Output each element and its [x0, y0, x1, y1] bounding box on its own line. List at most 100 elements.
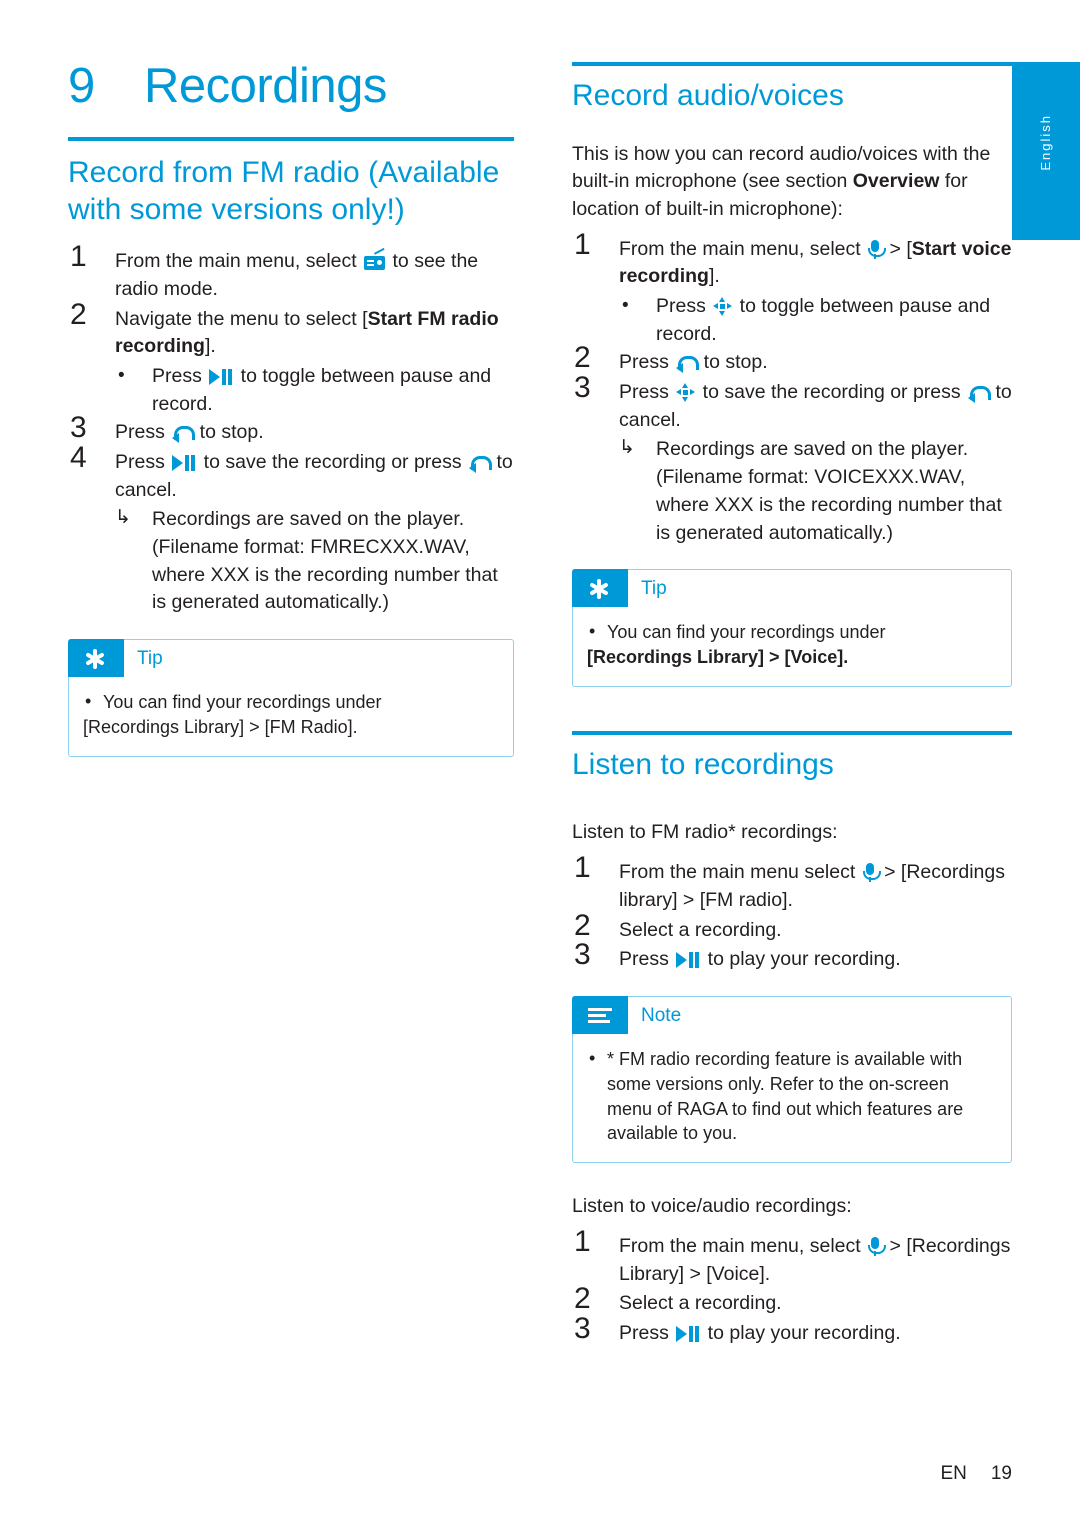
- tip-line-1: You can find your recordings under: [103, 692, 382, 713]
- footer-page-number: 19: [990, 1463, 1012, 1484]
- step-text-mid: to save the recording or press: [198, 451, 468, 473]
- list-item: 2 Press to stop.: [572, 343, 1012, 377]
- language-tab-label: English: [1038, 114, 1053, 171]
- step-text: Press: [619, 381, 675, 404]
- manual-page: English 9 Recordings Record from FM radio…: [0, 0, 1080, 1527]
- list-item: 3 Press to play your recording.: [572, 940, 1012, 974]
- note-icon-wrap: [588, 1006, 612, 1026]
- tip-content: • You can find your recordings under [Re…: [69, 640, 513, 756]
- step-text: From the main menu, select: [619, 237, 867, 260]
- sub-bullet: • Press to toggle between pause and reco…: [572, 293, 1012, 348]
- step-number: 2: [70, 297, 87, 331]
- navigation-pad-icon: [713, 297, 733, 317]
- step-number: 1: [574, 227, 591, 261]
- result-arrow-icon: ↳: [115, 507, 131, 529]
- step-number: 2: [574, 1282, 591, 1316]
- bullet-dot: •: [85, 691, 92, 712]
- step-number: 2: [574, 908, 591, 942]
- section-title-record-audio: Record audio/voices: [572, 79, 844, 112]
- step-text-after: to play your recording.: [702, 948, 901, 971]
- chapter-number: 9: [68, 59, 95, 113]
- list-item: 4 Press to save the recording or press t…: [68, 443, 514, 504]
- result-text: Recordings are saved on the player. (Fil…: [152, 508, 498, 614]
- list-item: 1 From the main menu, select > [Recordin…: [572, 1226, 1012, 1288]
- divider-rule-listen: [572, 730, 1012, 735]
- list-item: 2 Select a recording.: [572, 1284, 1012, 1318]
- step-number: 3: [574, 938, 591, 972]
- play-pause-icon: [676, 1325, 700, 1342]
- step-text: From the main menu, select: [115, 250, 363, 273]
- microphone-icon: [862, 863, 881, 883]
- note-tab: [572, 995, 628, 1034]
- tip-tab: [572, 569, 628, 608]
- tip-label: Tip: [641, 578, 667, 600]
- back-icon: [172, 425, 196, 444]
- note-box: Note • * FM radio recording feature is a…: [572, 995, 1012, 1164]
- result-arrow-icon: ↳: [619, 437, 635, 459]
- fm-intro: Listen to FM radio* recordings:: [572, 821, 838, 844]
- right-column: Record audio/voices This is how you can …: [572, 62, 1012, 1350]
- step-text-after: to stop.: [194, 421, 264, 444]
- list-item: 1 From the main menu, select to see the …: [68, 242, 514, 303]
- voice-intro: Listen to voice/audio recordings:: [572, 1195, 852, 1218]
- tip-content: • You can find your recordings under [Re…: [573, 570, 1011, 686]
- play-pause-icon: [676, 952, 700, 969]
- play-pause-icon: [209, 368, 233, 385]
- intro-bold: Overview: [852, 170, 940, 193]
- tip-icon-wrap: [588, 579, 610, 600]
- note-content: • * FM radio recording feature is availa…: [573, 997, 1011, 1162]
- result-note: ↳ Recordings are saved on the player. (F…: [572, 436, 1012, 547]
- bullet-dot: •: [589, 1047, 596, 1068]
- step-text: Press: [619, 1321, 675, 1344]
- list-item: 2 Navigate the menu to select [Start FM …: [68, 299, 514, 361]
- back-icon: [968, 385, 992, 404]
- step-text: Select a recording.: [619, 918, 782, 941]
- list-item: 1 From the main menu select > [Recording…: [572, 853, 1012, 914]
- star-icon: [588, 579, 610, 600]
- step-number: 1: [574, 1224, 591, 1258]
- result-note: ↳ Recordings are saved on the player. (F…: [68, 506, 514, 617]
- chapter-title: Recordings: [144, 59, 387, 113]
- fm-radio-icon: [364, 248, 388, 271]
- tip-box-fm: Tip • You can find your recordings under…: [68, 639, 514, 757]
- star-icon: [84, 649, 106, 670]
- page-footer: EN 19: [940, 1463, 1012, 1485]
- tip-icon-wrap: [84, 649, 106, 670]
- tip-bullet: • You can find your recordings under: [83, 690, 499, 715]
- tip-line-2: [Recordings Library] > [Voice].: [587, 647, 849, 668]
- bullet-dot: •: [118, 364, 125, 386]
- step-text-mid: to save the recording or press: [697, 381, 967, 404]
- section-title-listen: Listen to recordings: [572, 747, 834, 781]
- back-icon: [676, 355, 700, 374]
- intro-paragraph: This is how you can record audio/voices …: [572, 141, 1012, 224]
- list-item: 3 Press to stop.: [68, 413, 514, 447]
- note-lines-icon: [588, 1006, 612, 1024]
- list-item: 1 From the main menu, select > [Start vo…: [572, 229, 1012, 291]
- bullet-dot: •: [622, 295, 629, 317]
- divider-rule-top: [572, 62, 1012, 66]
- microphone-icon: [868, 1236, 887, 1256]
- note-bullet: • * FM radio recording feature is availa…: [587, 1047, 997, 1146]
- step-number: 1: [70, 240, 87, 274]
- step-number: 2: [574, 341, 591, 375]
- footer-lang-code: EN: [940, 1463, 967, 1484]
- step-text-after: ].: [204, 335, 216, 358]
- step-text: Press: [619, 948, 675, 971]
- divider-rule: [68, 137, 514, 141]
- step-text-after: to play your recording.: [702, 1321, 901, 1344]
- left-column: 9 Recordings Record from FM radio (Availa…: [68, 62, 514, 757]
- list-item: 3 Press to save the recording or press t…: [572, 373, 1012, 434]
- step-number: 3: [70, 411, 87, 445]
- note-text: * FM radio recording feature is availabl…: [607, 1048, 964, 1144]
- note-label: Note: [641, 1004, 682, 1026]
- back-icon: [469, 455, 493, 473]
- play-pause-icon: [172, 455, 196, 471]
- sub-bullet-text: Press: [656, 295, 712, 318]
- step-text: Select a recording.: [619, 1292, 782, 1315]
- step-text: From the main menu select: [619, 861, 861, 884]
- step-number: 3: [574, 371, 591, 405]
- list-item: 2 Select a recording.: [572, 910, 1012, 945]
- step-number: 4: [70, 441, 87, 474]
- step-text-mid: > [: [884, 237, 912, 260]
- microphone-icon: [868, 239, 887, 259]
